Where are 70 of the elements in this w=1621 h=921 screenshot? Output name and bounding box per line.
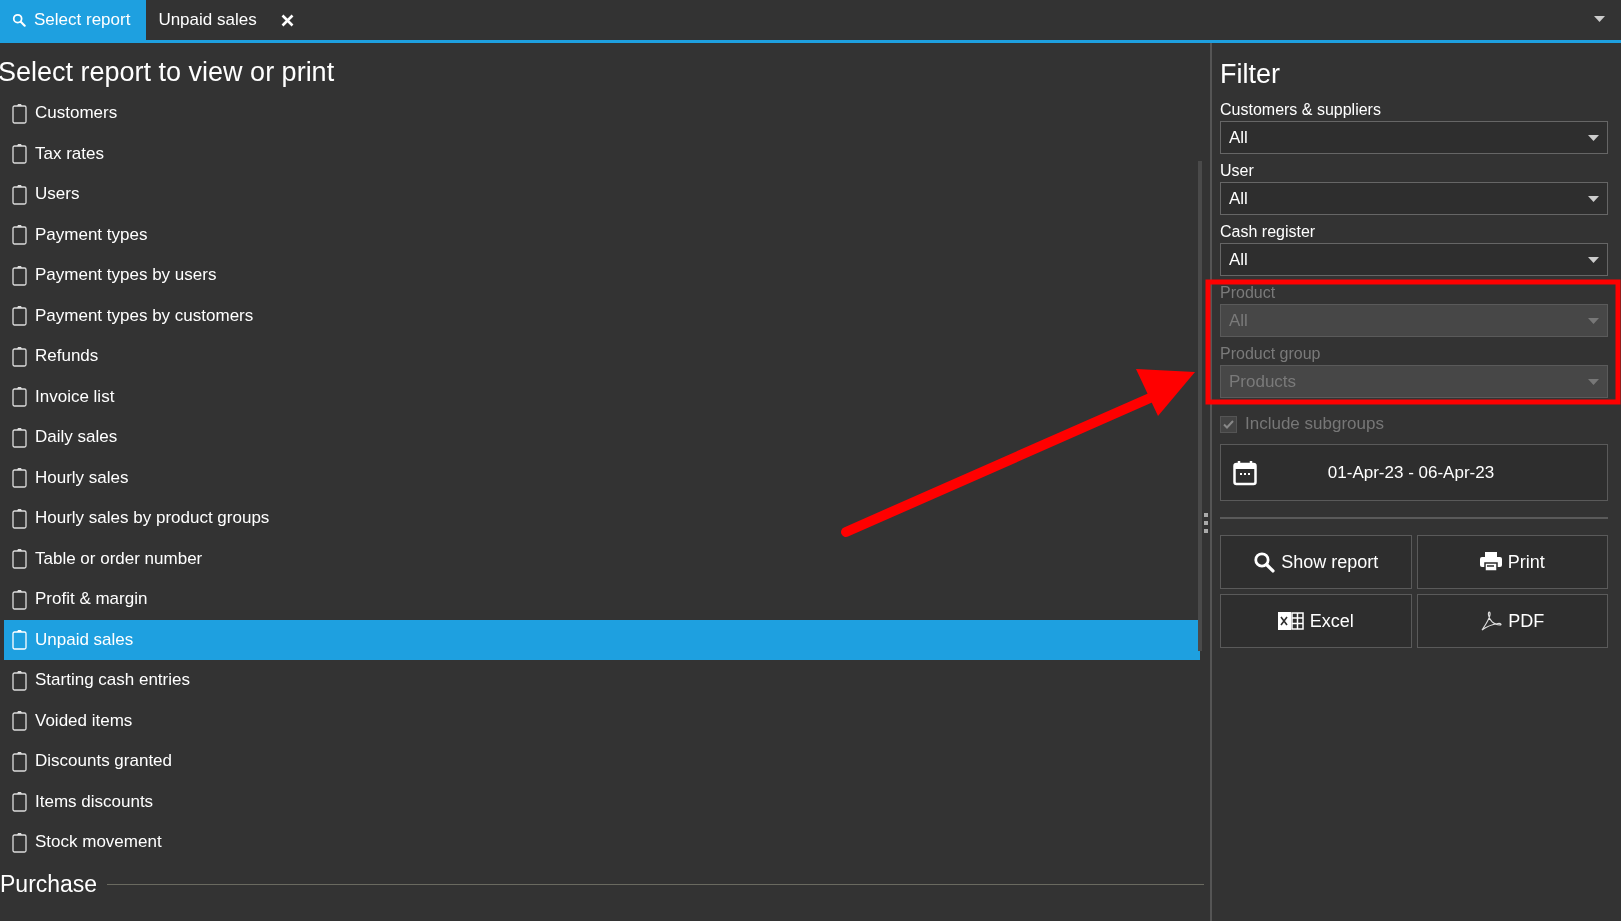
report-item[interactable]: Table or order number	[4, 538, 1200, 579]
caret-icon	[1588, 134, 1599, 141]
report-item[interactable]: Users	[4, 174, 1200, 215]
tab[interactable]: Unpaid sales	[146, 0, 310, 40]
clipboard-icon	[12, 426, 27, 448]
report-item[interactable]: Payment types by customers	[4, 295, 1200, 336]
checkbox-label: Include subgroups	[1245, 414, 1384, 434]
report-item[interactable]: Stock movement	[4, 822, 1200, 863]
clipboard-icon	[12, 791, 27, 813]
clipboard-icon	[12, 183, 27, 205]
dropdown-field[interactable]: All	[1220, 182, 1608, 215]
search-icon	[1253, 551, 1276, 573]
clipboard-icon	[12, 467, 27, 489]
field-label: Cash register	[1220, 222, 1317, 242]
clipboard-icon	[12, 386, 27, 408]
clipboard-icon	[12, 629, 27, 651]
clipboard-icon	[12, 305, 27, 327]
checkmark-icon	[1223, 419, 1234, 429]
caret-icon	[1588, 256, 1599, 263]
dropdown-field[interactable]: All	[1220, 243, 1608, 276]
report-item[interactable]: Payment types	[4, 214, 1200, 255]
report-item[interactable]: Discounts granted	[4, 741, 1200, 782]
clipboard-icon	[12, 345, 27, 367]
clipboard-icon	[12, 750, 27, 772]
report-item[interactable]: Tax rates	[4, 133, 1200, 174]
filter-title: Filter	[1220, 58, 1281, 91]
printer-icon	[1479, 552, 1502, 572]
field-label: Customers & suppliers	[1220, 100, 1382, 120]
field-label: Product group	[1220, 344, 1322, 364]
search-icon	[12, 13, 26, 27]
section-heading: Purchase	[0, 870, 98, 898]
date-range-button[interactable]: 01-Apr-23 - 06-Apr-23	[1220, 444, 1608, 501]
splitter-handle[interactable]	[1204, 513, 1208, 533]
report-item[interactable]: Items discounts	[4, 781, 1200, 822]
close-icon[interactable]	[280, 13, 294, 27]
clipboard-icon	[12, 588, 27, 610]
clipboard-icon	[12, 669, 27, 691]
field-label: Product	[1220, 283, 1277, 303]
clipboard-icon	[12, 710, 27, 732]
action-button[interactable]: Excel	[1220, 594, 1412, 648]
report-item[interactable]: Refunds	[4, 336, 1200, 377]
clipboard-icon	[12, 264, 27, 286]
clipboard-icon	[12, 831, 27, 853]
dropdown-field[interactable]: All	[1220, 121, 1608, 154]
spreadsheet-icon	[1277, 610, 1304, 632]
page-title: Select report to view or print	[0, 56, 336, 89]
report-item[interactable]: Invoice list	[4, 376, 1200, 417]
clipboard-icon	[12, 224, 27, 246]
action-button[interactable]: Print	[1416, 535, 1608, 589]
action-button[interactable]: Show report	[1220, 535, 1412, 589]
caret-icon	[1588, 195, 1599, 202]
calendar-icon	[1233, 459, 1257, 486]
caret-icon[interactable]	[1594, 16, 1605, 22]
clipboard-icon	[12, 102, 27, 124]
caret-icon	[1588, 378, 1599, 385]
action-button[interactable]: PDF	[1416, 594, 1608, 648]
report-item[interactable]: Starting cash entries	[4, 660, 1200, 701]
pdf-icon	[1480, 610, 1503, 632]
report-item[interactable]: Payment types by users	[4, 255, 1200, 296]
report-item[interactable]: Profit & margin	[4, 579, 1200, 620]
clipboard-icon	[12, 143, 27, 165]
report-item[interactable]: Customers	[4, 93, 1200, 134]
report-item[interactable]: Hourly sales by product groups	[4, 498, 1200, 539]
clipboard-icon	[12, 507, 27, 529]
field-label: User	[1220, 161, 1255, 181]
clipboard-icon	[12, 548, 27, 570]
report-item[interactable]: Voided items	[4, 700, 1200, 741]
report-item[interactable]: Hourly sales	[4, 457, 1200, 498]
caret-icon	[1588, 317, 1599, 324]
report-item[interactable]: Daily sales	[4, 417, 1200, 458]
